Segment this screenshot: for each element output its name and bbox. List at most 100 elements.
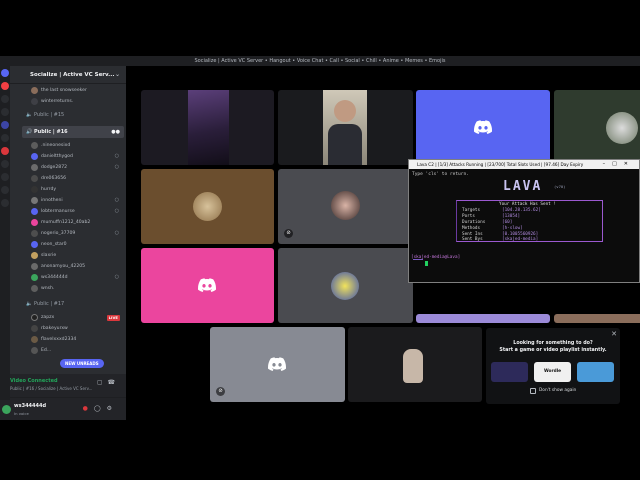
voice-member[interactable]: dre063656 <box>10 173 126 184</box>
avatar <box>193 192 222 221</box>
disconnect-icon[interactable]: ▢☎ <box>97 379 120 386</box>
field-row: Sent Bys [skajed-media] <box>462 237 539 242</box>
video-grid: ⊘ ⊘ ✕ Looking for something to do? Start… <box>126 66 640 420</box>
server-icon[interactable] <box>1 147 9 155</box>
activity-game-wordle[interactable]: Wordle <box>534 362 571 382</box>
new-unreads-pill[interactable]: NEW UNREADS <box>60 359 104 368</box>
window-controls[interactable]: –□✕ <box>603 160 635 169</box>
window-title: Socialize | Active VC Server • Hangout •… <box>0 56 640 66</box>
avatar <box>606 112 638 144</box>
channel-public-16[interactable]: 🔊 Public | #16 ●● <box>22 126 124 138</box>
channel-public-17[interactable]: 🔈 Public | #17 <box>10 298 126 310</box>
user-panel: ws344444d In voice ●◯⚙ <box>0 400 126 420</box>
voice-member[interactable]: hurrdy <box>10 184 126 195</box>
gear-icon[interactable]: ⚙ <box>107 405 118 412</box>
voice-member[interactable]: rbakeyurxw <box>10 323 126 334</box>
promo-title: Looking for something to do? <box>513 341 593 346</box>
video-tile[interactable] <box>278 248 413 323</box>
server-icon[interactable] <box>1 82 9 90</box>
terminal-title: Lava C2 | [1/3] Attacks Running | [23/70… <box>417 162 584 167</box>
discord-icon <box>268 357 286 371</box>
prompt-line <box>413 259 423 260</box>
server-icon[interactable] <box>1 121 9 129</box>
mic-muted-icon[interactable]: ● <box>83 405 94 412</box>
server-icon[interactable] <box>1 160 9 168</box>
speaker-icon: 🔈 <box>26 112 33 118</box>
camera-off-icon: ⊘ <box>284 229 293 238</box>
camera-off-icon: ⊘ <box>216 387 225 396</box>
channel-public-15[interactable]: 🔈 Public | #15 <box>10 109 126 121</box>
terminal-titlebar[interactable]: Lava C2 | [1/3] Attacks Running | [23/70… <box>409 160 639 169</box>
voice-member[interactable]: dodge2872 ○ <box>10 162 126 173</box>
activity-game[interactable] <box>577 362 614 382</box>
voice-member[interactable]: flavelxxxd2334 <box>10 334 126 345</box>
lava-logo: LAVA <box>503 179 543 194</box>
voice-member[interactable]: ws344444d ○ <box>10 272 126 283</box>
server-rail <box>0 66 10 420</box>
server-icon[interactable] <box>1 173 9 181</box>
video-tile[interactable] <box>141 169 274 244</box>
attack-panel-title: Your Attack Has Sent ! <box>499 202 556 207</box>
voice-member[interactable]: neon_star0 <box>10 239 126 250</box>
video-tile[interactable] <box>141 90 274 165</box>
terminal-hint: Type 'cls' to return. <box>412 172 469 177</box>
headphones-icon[interactable]: ◯ <box>94 405 107 412</box>
server-icon[interactable] <box>1 186 9 194</box>
dont-show-label: Don't show again <box>539 388 577 393</box>
voice-member[interactable]: wnsh. <box>10 283 126 294</box>
voice-member[interactable]: lobtermanurse ○ <box>10 206 126 217</box>
voice-member[interactable]: Ed... <box>10 345 126 356</box>
home-icon[interactable] <box>1 69 9 77</box>
voice-member[interactable]: mumuffn1212_40ab2 <box>10 217 126 228</box>
video-tile[interactable]: ⊘ <box>210 327 345 402</box>
speaker-icon: 🔈 <box>26 301 33 307</box>
user-status: In voice <box>14 411 29 416</box>
voice-member[interactable]: zapzx LIVE <box>10 312 126 323</box>
dont-show-checkbox[interactable] <box>530 388 536 394</box>
voice-status: Video Connected <box>10 378 58 384</box>
avatar <box>331 272 359 300</box>
video-tile[interactable] <box>416 314 550 323</box>
hand-image <box>403 349 423 383</box>
video-tile[interactable] <box>141 248 274 323</box>
activity-game[interactable] <box>491 362 528 382</box>
video-tile[interactable] <box>278 90 413 165</box>
person-body <box>328 124 362 165</box>
server-icon[interactable] <box>1 134 9 142</box>
screen: Socialize | Active VC Server • Hangout •… <box>0 56 640 420</box>
video-tile[interactable] <box>554 90 640 165</box>
voice-member[interactable]: .nineonesixd <box>10 140 126 151</box>
speaker-icon: 🔊 <box>26 129 33 135</box>
voice-member[interactable]: slaxrie <box>10 250 126 261</box>
username: ws344444d <box>14 403 47 409</box>
video-tile[interactable]: ⊘ <box>278 169 413 244</box>
chevron-down-icon[interactable]: ⌄ <box>115 66 120 83</box>
avatar[interactable] <box>2 405 11 414</box>
camera-feed <box>188 90 229 165</box>
terminal-cursor[interactable] <box>425 261 428 266</box>
voice-connection-panel: Video Connected Public | #16 / Socialize… <box>10 374 126 398</box>
person-head <box>334 100 356 122</box>
server-header[interactable]: Socialize | Active VC Serv... ⌄ <box>10 66 126 84</box>
terminal-window[interactable]: Lava C2 | [1/3] Attacks Running | [23/70… <box>408 159 640 283</box>
server-icon[interactable] <box>1 108 9 116</box>
voice-member[interactable]: the last snowseeker <box>10 85 126 96</box>
video-tile[interactable] <box>554 314 640 323</box>
promo-subtitle: Start a game or video playlist instantly… <box>499 348 607 353</box>
user-controls: ●◯⚙ <box>83 405 118 412</box>
server-icon[interactable] <box>1 199 9 207</box>
voice-member[interactable]: winterreturns. <box>10 96 126 107</box>
voice-location[interactable]: Public | #16 / Socialize | Active VC Ser… <box>10 386 92 391</box>
activity-promo: ✕ Looking for something to do? Start a g… <box>486 328 620 404</box>
voice-member[interactable]: nogerio_37709 ○ <box>10 228 126 239</box>
server-icon[interactable] <box>1 95 9 103</box>
voice-member[interactable]: anonamyou_42205 <box>10 261 126 272</box>
close-icon[interactable]: ✕ <box>611 330 617 338</box>
video-tile[interactable] <box>416 90 550 165</box>
voice-member[interactable]: danieltthygod ○ <box>10 151 126 162</box>
lava-version: (v70) <box>554 184 566 189</box>
video-tile[interactable] <box>348 327 482 402</box>
chat-icon[interactable]: ●● <box>111 126 120 138</box>
attack-panel: Your Attack Has Sent ! Targets [104.28.13… <box>456 200 603 242</box>
voice-member[interactable]: innotheni ○ <box>10 195 126 206</box>
